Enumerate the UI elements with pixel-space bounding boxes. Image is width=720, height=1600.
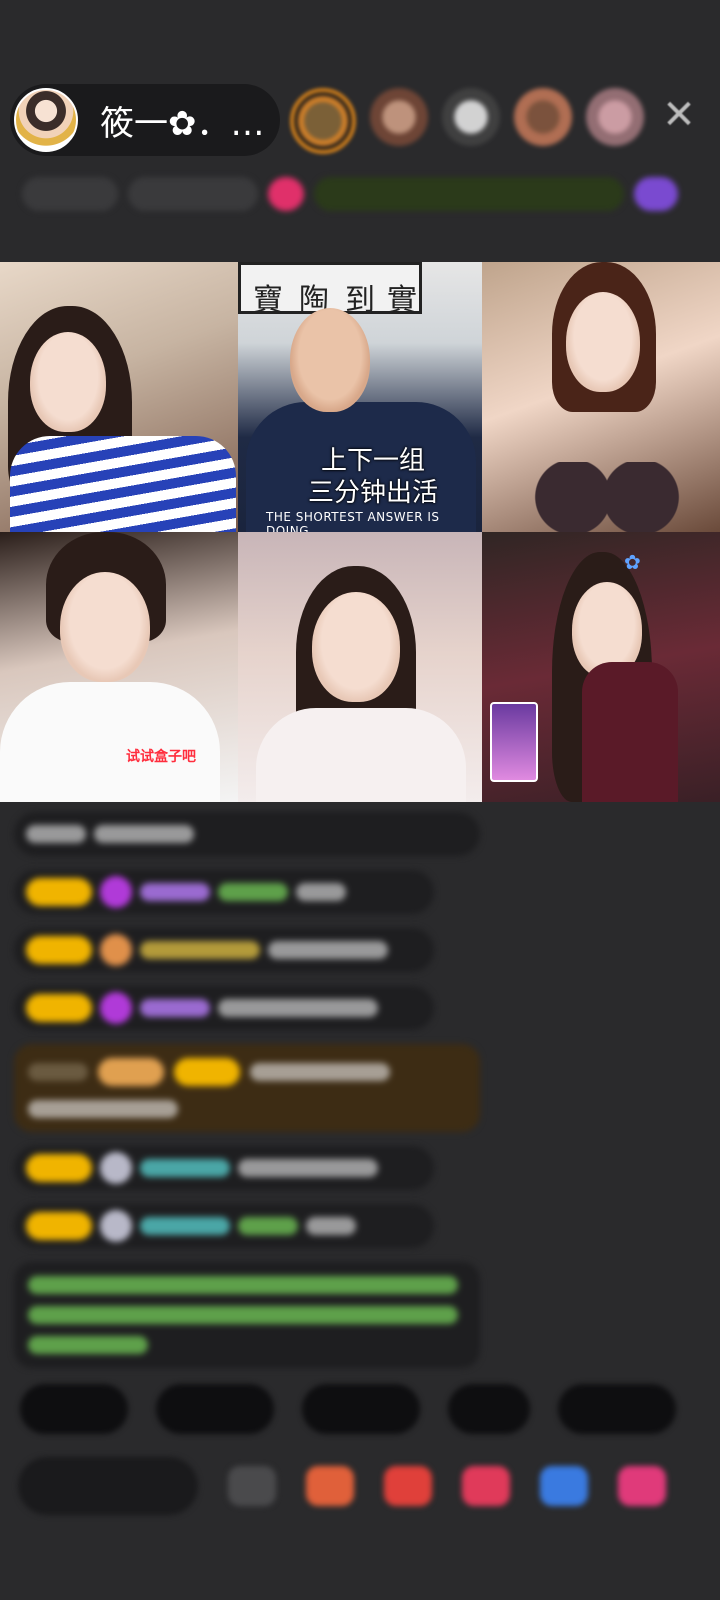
chat-message[interactable] [14,928,434,972]
level-badge [26,936,92,964]
viewer-avatar[interactable] [290,88,356,154]
level-badge [174,1058,240,1086]
gem-icon [100,876,132,908]
chat-message[interactable] [14,812,480,856]
guest-face [290,308,370,412]
heart-icon[interactable] [462,1466,510,1506]
chat-text [28,1063,88,1081]
chat-text [28,1100,178,1118]
chat-username[interactable] [140,883,210,901]
quick-reply-chip[interactable] [558,1384,676,1434]
emoji-icon[interactable] [228,1466,276,1506]
bottom-action-bar [18,1456,708,1516]
guest-top [522,462,692,532]
comment-input[interactable] [18,1457,198,1515]
audience-avatars [290,88,644,154]
status-row [22,172,690,216]
level-badge [26,1154,92,1182]
more-icon[interactable] [618,1466,666,1506]
guest-video-4[interactable]: 试试盒子吧 [0,532,238,802]
notice-text [28,1276,458,1294]
guest-face [60,572,150,682]
guest-shirt [0,682,220,802]
gem-icon [100,1210,132,1242]
quick-reply-bar [20,1384,720,1436]
notice-text [28,1306,458,1324]
status-icon[interactable] [268,177,304,211]
quick-reply-chip[interactable] [20,1384,128,1434]
flower-clip-icon: ✿ [624,550,641,574]
wall-calligraphy: 寶 陶 到 實 [238,262,422,318]
guest-video-6[interactable]: ✿ [482,532,720,802]
chat-text [296,883,346,901]
chat-text [306,1217,356,1235]
level-badge [26,1212,92,1240]
gem-icon [100,992,132,1024]
host-info-pill[interactable]: 筱一✿．… [10,84,280,156]
level-badge [98,1058,164,1086]
chat-text [238,1159,378,1177]
guest-video-1[interactable] [0,262,238,532]
guest-face [30,332,106,432]
shirt-text: THE SHORTEST ANSWER IS DOING [266,510,440,532]
guest-face [566,292,640,392]
guest-top [582,662,678,802]
guest-video-2[interactable]: 寶 陶 到 實 上下一组 三分钟出活 THE SHORTEST ANSWER I… [238,262,482,532]
gift-icon[interactable] [384,1466,432,1506]
quick-reply-chip[interactable] [448,1384,530,1434]
viewer-avatar[interactable] [514,88,572,146]
chat-username[interactable] [140,941,260,959]
status-chip[interactable] [22,177,118,211]
guest-shirt [10,436,236,532]
chat-message[interactable] [14,870,434,914]
chat-username[interactable] [140,999,210,1017]
share-icon[interactable] [540,1466,588,1506]
top-bar: 筱一✿．… ✕ [10,84,710,156]
notice-text [28,1336,148,1354]
status-chip[interactable] [314,177,624,211]
chat-text [26,825,86,843]
handheld-sign [490,702,538,782]
status-chip[interactable] [128,177,258,211]
level-badge [26,878,92,906]
chat-highlight-card[interactable] [14,1044,480,1132]
gem-icon [100,1152,132,1184]
gem-icon [100,934,132,966]
quick-reply-chip[interactable] [156,1384,274,1434]
chat-username[interactable] [218,883,288,901]
video-grid: 寶 陶 到 實 上下一组 三分钟出活 THE SHORTEST ANSWER I… [0,262,720,802]
chat-text [218,999,378,1017]
guest-video-3[interactable] [482,262,720,532]
status-icon[interactable] [634,177,678,211]
chat-text [268,941,388,959]
system-notice [14,1262,480,1368]
chat-text [94,825,194,843]
guest-face [312,592,400,702]
chat-username[interactable] [238,1217,298,1235]
close-icon[interactable]: ✕ [662,95,696,135]
chat-message[interactable] [14,1204,434,1248]
quick-reply-chip[interactable] [302,1384,420,1434]
chat-text [250,1063,390,1081]
chat-message[interactable] [14,986,434,1030]
chat-list [14,812,494,1368]
viewer-avatar[interactable] [586,88,644,146]
host-name[interactable]: 筱一✿．… [100,96,265,145]
guest-shirt [256,708,466,802]
viewer-avatar[interactable] [370,88,428,146]
host-avatar[interactable] [14,88,78,152]
level-badge [26,994,92,1022]
gift-box-icon[interactable] [306,1466,354,1506]
overlay-hint-text: 试试盒子吧 [126,749,196,765]
viewer-avatar[interactable] [442,88,500,146]
chat-username[interactable] [140,1217,230,1235]
guest-video-5[interactable] [238,532,482,802]
chat-username[interactable] [140,1159,230,1177]
chat-message[interactable] [14,1146,434,1190]
subtitle-line-2: 三分钟出活 [307,478,438,508]
